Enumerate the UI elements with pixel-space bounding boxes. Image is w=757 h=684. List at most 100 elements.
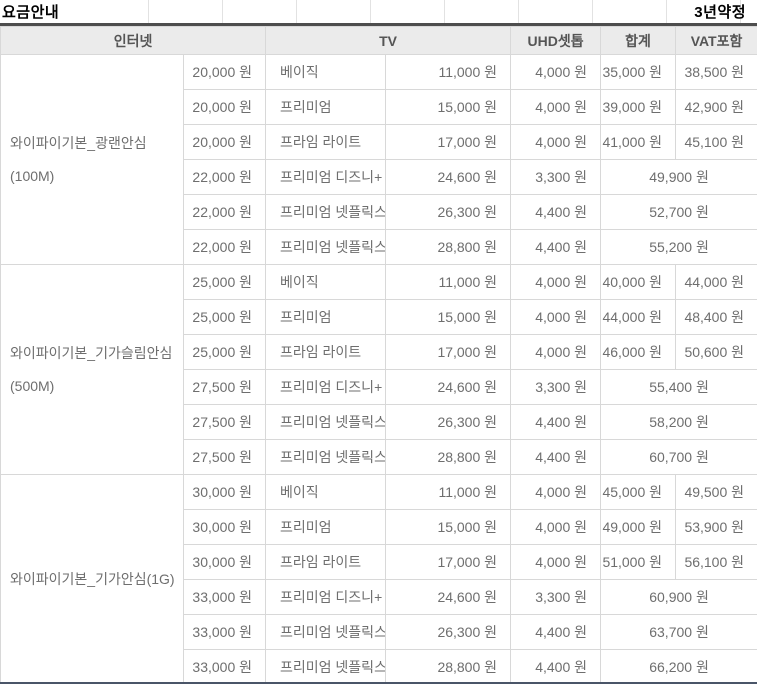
uhd-settop-price-cell: 4,400 원 <box>511 195 601 230</box>
uhd-settop-price-cell: 4,000 원 <box>511 265 601 300</box>
plan-name: 와이파이기본_기가안심(1G) <box>10 563 183 596</box>
tv-product-cell: 프리미엄 넷플릭스 UHD <box>266 230 386 265</box>
total-with-vat-cell: 55,200 원 <box>601 230 757 265</box>
tv-price-cell: 11,000 원 <box>386 265 511 300</box>
total-with-vat-cell: 55,400 원 <box>601 370 757 405</box>
tv-product-cell: 프라임 라이트 <box>266 335 386 370</box>
tv-product-cell: 프리미엄 넷플릭스 HD <box>266 195 386 230</box>
tv-price-cell: 15,000 원 <box>386 90 511 125</box>
tv-product-cell: 프라임 라이트 <box>266 545 386 580</box>
tv-price-cell: 28,800 원 <box>386 440 511 475</box>
total-with-vat-cell: 49,900 원 <box>601 160 757 195</box>
plan-name: 와이파이기본_광랜안심 <box>10 127 183 160</box>
internet-price-cell: 27,500 원 <box>184 370 266 405</box>
uhd-settop-price-cell: 3,300 원 <box>511 160 601 195</box>
uhd-settop-price-cell: 4,000 원 <box>511 125 601 160</box>
plan-group-label: 와이파이기본_기가슬림안심(500M) <box>1 265 184 475</box>
vat-price-cell: 56,100 원 <box>676 545 757 580</box>
uhd-settop-price-cell: 3,300 원 <box>511 370 601 405</box>
internet-price-cell: 25,000 원 <box>184 300 266 335</box>
internet-price-cell: 33,000 원 <box>184 580 266 615</box>
internet-price-cell: 22,000 원 <box>184 230 266 265</box>
tv-product-cell: 프리미엄 디즈니+ <box>266 370 386 405</box>
table-row: 와이파이기본_광랜안심(100M)20,000 원베이직11,000 원4,00… <box>1 55 757 90</box>
total-with-vat-cell: 60,900 원 <box>601 580 757 615</box>
uhd-settop-price-cell: 4,400 원 <box>511 615 601 650</box>
internet-price-cell: 27,500 원 <box>184 440 266 475</box>
plan-speed: (100M) <box>10 160 183 193</box>
total-with-vat-cell: 63,700 원 <box>601 615 757 650</box>
plan-name: 와이파이기본_기가슬림안심 <box>10 337 183 370</box>
total-price-cell: 40,000 원 <box>601 265 676 300</box>
tv-product-cell: 프리미엄 넷플릭스 HD <box>266 405 386 440</box>
tv-product-cell: 프리미엄 넷플릭스 UHD <box>266 440 386 475</box>
total-price-cell: 44,000 원 <box>601 300 676 335</box>
uhd-settop-price-cell: 4,000 원 <box>511 510 601 545</box>
tv-product-cell: 프리미엄 넷플릭스 UHD <box>266 650 386 684</box>
internet-price-cell: 20,000 원 <box>184 55 266 90</box>
tv-price-cell: 24,600 원 <box>386 160 511 195</box>
vat-price-cell: 53,900 원 <box>676 510 757 545</box>
internet-price-cell: 22,000 원 <box>184 160 266 195</box>
vat-price-cell: 45,100 원 <box>676 125 757 160</box>
tv-price-cell: 17,000 원 <box>386 545 511 580</box>
uhd-settop-price-cell: 4,000 원 <box>511 300 601 335</box>
header-total: 합계 <box>601 27 676 55</box>
plan-group-label: 와이파이기본_광랜안심(100M) <box>1 55 184 265</box>
internet-price-cell: 20,000 원 <box>184 125 266 160</box>
tv-product-cell: 프리미엄 디즈니+ <box>266 160 386 195</box>
header-row: 인터넷 TV UHD셋톱 합계 VAT포함 <box>1 27 757 55</box>
plan-group-label: 와이파이기본_기가안심(1G) <box>1 475 184 684</box>
tv-price-cell: 28,800 원 <box>386 230 511 265</box>
uhd-settop-price-cell: 4,400 원 <box>511 230 601 265</box>
tv-product-cell: 프리미엄 <box>266 300 386 335</box>
total-price-cell: 51,000 원 <box>601 545 676 580</box>
internet-price-cell: 22,000 원 <box>184 195 266 230</box>
pricing-table-body: 와이파이기본_광랜안심(100M)20,000 원베이직11,000 원4,00… <box>1 55 757 684</box>
tv-product-cell: 베이직 <box>266 55 386 90</box>
uhd-settop-price-cell: 4,000 원 <box>511 335 601 370</box>
header-internet: 인터넷 <box>1 27 266 55</box>
internet-price-cell: 30,000 원 <box>184 545 266 580</box>
vat-price-cell: 48,400 원 <box>676 300 757 335</box>
uhd-settop-price-cell: 4,400 원 <box>511 440 601 475</box>
tv-product-cell: 베이직 <box>266 265 386 300</box>
vat-price-cell: 44,000 원 <box>676 265 757 300</box>
total-with-vat-cell: 52,700 원 <box>601 195 757 230</box>
tv-price-cell: 17,000 원 <box>386 335 511 370</box>
total-price-cell: 45,000 원 <box>601 475 676 510</box>
tv-product-cell: 프리미엄 디즈니+ <box>266 580 386 615</box>
tv-product-cell: 베이직 <box>266 475 386 510</box>
table-row: 와이파이기본_기가슬림안심(500M)25,000 원베이직11,000 원4,… <box>1 265 757 300</box>
vat-price-cell: 42,900 원 <box>676 90 757 125</box>
header-uhd-settop: UHD셋톱 <box>511 27 601 55</box>
tv-price-cell: 15,000 원 <box>386 510 511 545</box>
header-vat-included: VAT포함 <box>676 27 757 55</box>
tv-product-cell: 프리미엄 <box>266 510 386 545</box>
total-with-vat-cell: 66,200 원 <box>601 650 757 684</box>
internet-price-cell: 30,000 원 <box>184 510 266 545</box>
uhd-settop-price-cell: 4,400 원 <box>511 650 601 684</box>
header-tv: TV <box>266 27 511 55</box>
tv-price-cell: 26,300 원 <box>386 405 511 440</box>
tv-product-cell: 프리미엄 넷플릭스 HD <box>266 615 386 650</box>
contract-term-label: 3년약정 <box>694 1 757 22</box>
page-title: 요금안내 <box>0 1 59 22</box>
internet-price-cell: 30,000 원 <box>184 475 266 510</box>
tv-price-cell: 26,300 원 <box>386 195 511 230</box>
tv-product-cell: 프라임 라이트 <box>266 125 386 160</box>
pricing-table: 인터넷 TV UHD셋톱 합계 VAT포함 와이파이기본_광랜안심(100M)2… <box>0 26 757 684</box>
total-price-cell: 39,000 원 <box>601 90 676 125</box>
internet-price-cell: 20,000 원 <box>184 90 266 125</box>
plan-speed: (500M) <box>10 370 183 403</box>
vat-price-cell: 50,600 원 <box>676 335 757 370</box>
internet-price-cell: 27,500 원 <box>184 405 266 440</box>
uhd-settop-price-cell: 4,000 원 <box>511 55 601 90</box>
vat-price-cell: 49,500 원 <box>676 475 757 510</box>
internet-price-cell: 25,000 원 <box>184 265 266 300</box>
tv-price-cell: 11,000 원 <box>386 475 511 510</box>
tv-price-cell: 24,600 원 <box>386 370 511 405</box>
vat-price-cell: 38,500 원 <box>676 55 757 90</box>
tv-price-cell: 11,000 원 <box>386 55 511 90</box>
uhd-settop-price-cell: 4,400 원 <box>511 405 601 440</box>
